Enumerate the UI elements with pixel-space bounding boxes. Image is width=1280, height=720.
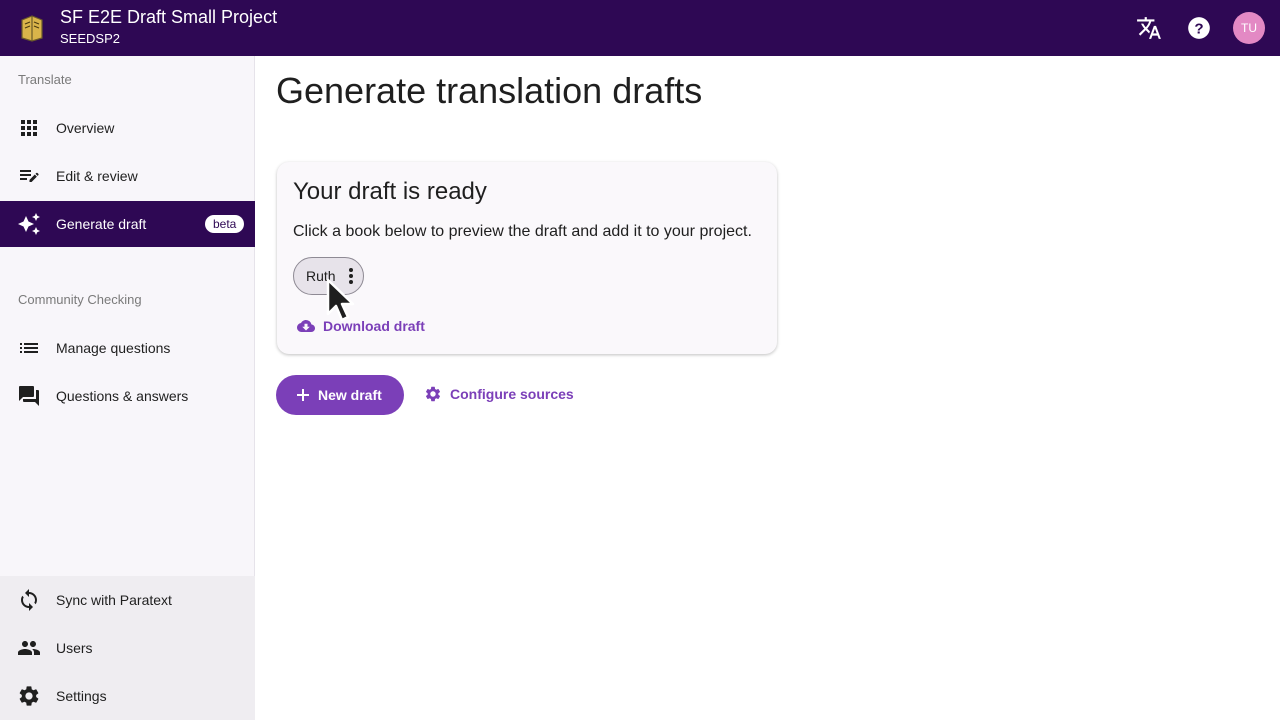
sparkle-icon [18,213,40,235]
book-chip-label: Ruth [306,268,336,284]
book-chip-ruth[interactable]: Ruth [293,257,364,295]
gear-icon [425,386,441,402]
section-label-community-checking: Community Checking [18,292,142,307]
app-logo-icon[interactable] [20,14,44,42]
people-icon [18,641,40,655]
page-title: Generate translation drafts [276,70,703,111]
sidebar-item-label: Manage questions [56,340,171,356]
sidebar-item-manage-questions[interactable]: Manage questions [0,325,255,371]
avatar[interactable]: TU [1233,12,1265,44]
project-title: SF E2E Draft Small Project [60,7,278,27]
sidebar-item-generate-draft[interactable]: Generate draft beta [0,201,255,247]
card-description: Click a book below to preview the draft … [293,223,752,240]
sidebar-item-users[interactable]: Users [0,625,255,671]
apps-grid-icon [21,120,37,136]
sidebar-admin-section: Sync with Paratext Users Settings [0,576,255,720]
section-label-translate: Translate [18,72,72,87]
configure-sources-label: Configure sources [450,386,574,402]
sidebar-item-label: Sync with Paratext [56,592,172,608]
configure-sources-button[interactable]: Configure sources [424,385,574,403]
svg-text:?: ? [1194,20,1203,37]
plus-icon [297,389,309,401]
translate-icon[interactable] [1135,14,1163,42]
sidebar-item-label: Generate draft [56,216,147,232]
project-code: SEEDSP2 [60,31,120,46]
sidebar-item-edit-review[interactable]: Edit & review [0,153,255,199]
more-vert-icon[interactable] [344,266,358,286]
beta-badge: beta [205,215,245,233]
sidebar-item-label: Questions & answers [56,388,189,404]
sidebar-item-label: Overview [56,120,115,136]
cloud-download-icon [297,320,315,332]
gear-icon [19,686,39,706]
sidebar-item-overview[interactable]: Overview [0,105,255,151]
sidebar-item-questions-answers[interactable]: Questions & answers [0,373,255,419]
edit-notes-icon [20,170,39,182]
sidebar-item-label: Settings [56,688,107,704]
download-draft-button[interactable]: Download draft [297,317,425,335]
download-draft-label: Download draft [323,318,425,334]
new-draft-button[interactable]: New draft [276,375,404,415]
sidebar-item-label: Edit & review [56,168,138,184]
sidebar-item-sync[interactable]: Sync with Paratext [0,577,255,623]
draft-ready-card: Your draft is ready Click a book below t… [277,162,777,354]
new-draft-label: New draft [318,387,382,403]
help-icon[interactable]: ? [1185,14,1213,42]
app-header: SF E2E Draft Small Project SEEDSP2 ? TU [0,0,1280,56]
sidebar-item-label: Users [56,640,93,656]
sidebar: Translate Overview Edit & review Generat… [0,56,255,720]
forum-icon [19,386,39,406]
sidebar-item-settings[interactable]: Settings [0,673,255,719]
card-title: Your draft is ready [293,178,487,205]
list-icon [20,343,38,353]
sync-icon [21,589,37,611]
